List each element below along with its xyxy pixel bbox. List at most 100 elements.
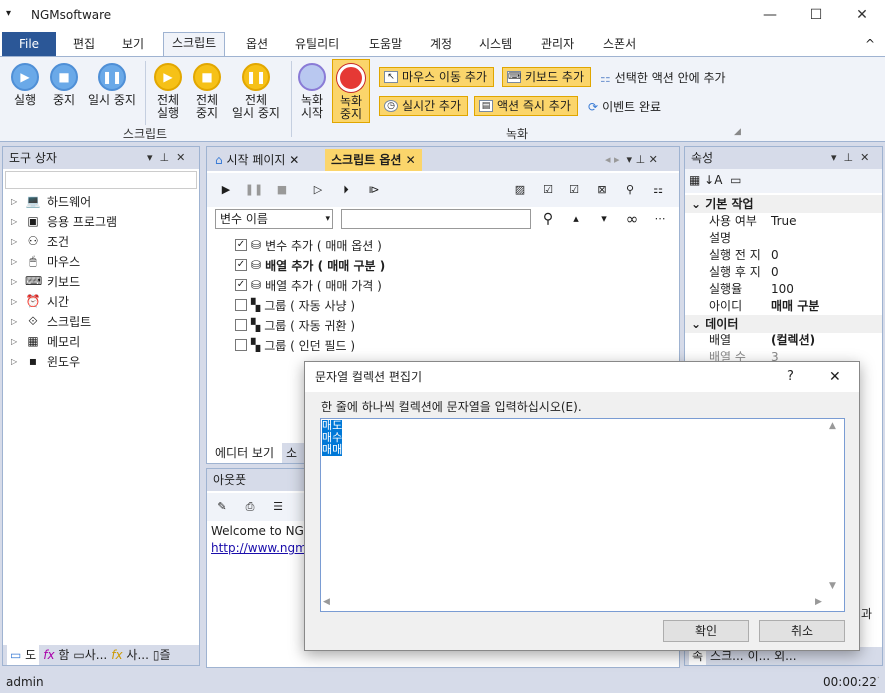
stop-button[interactable]: ■ 중지	[46, 63, 82, 107]
panel-pin-icons[interactable]: ▾ ⊥ ✕	[147, 147, 185, 169]
play-icon[interactable]: ▶	[215, 179, 237, 201]
tab-user-1[interactable]: ▭사...	[73, 645, 107, 665]
checkbox-unchecked[interactable]	[235, 339, 247, 351]
checkbox-checked[interactable]: ✓	[235, 239, 247, 251]
tree-item-mouse[interactable]: ▷ 🖱 마우스	[11, 251, 80, 271]
tab-functions[interactable]: fx 함	[43, 645, 69, 665]
action-row[interactable]: ▚ 그룹 ( 인던 필드 )	[235, 335, 355, 355]
move-up-icon[interactable]: ▴	[565, 208, 587, 230]
property-row[interactable]: 사용 여부 True	[685, 213, 882, 230]
menu-utility[interactable]: 유틸리티	[287, 34, 347, 56]
dialog-close-button[interactable]: ✕	[829, 362, 841, 392]
tree-item-hardware[interactable]: ▷ 💻 하드웨어	[11, 191, 91, 211]
help-button[interactable]: ?	[787, 362, 794, 392]
scroll-left-icon[interactable]: ◀	[323, 597, 330, 607]
close-button[interactable]: ✕	[839, 0, 885, 30]
search-icon[interactable]: ⚲	[537, 208, 559, 230]
categorized-icon[interactable]: ▦	[689, 173, 700, 187]
save-log-icon[interactable]: ⎙	[239, 496, 261, 518]
panel-pin-icons[interactable]: ▾ ⊥ ✕	[831, 147, 869, 169]
record-stop-button[interactable]: 녹화 중지	[332, 59, 370, 123]
checkbox-unchecked[interactable]	[235, 299, 247, 311]
run-all-button[interactable]: ▶ 전체 실행	[150, 63, 186, 120]
menu-view[interactable]: 보기	[114, 34, 152, 56]
cancel-button[interactable]: 취소	[759, 620, 845, 642]
tree-item-time[interactable]: ▷ ⏰ 시간	[11, 291, 69, 311]
close-tab-icon[interactable]: ✕	[289, 153, 299, 167]
tab-scroll-icons[interactable]: ◂ ▸ ▾ ⊥ ✕	[605, 153, 658, 166]
check-icon[interactable]: ☑	[563, 179, 585, 201]
action-row[interactable]: ▚ 그룹 ( 자동 귀환 )	[235, 315, 355, 335]
category-basic[interactable]: ⌄ 기본 작업	[685, 195, 882, 213]
property-row[interactable]: 설명	[685, 230, 882, 247]
menu-help[interactable]: 도움말	[361, 34, 410, 56]
property-row[interactable]: 실행 전 지 0	[685, 247, 882, 264]
checkbox-checked[interactable]: ✓	[235, 259, 247, 271]
app-menu-icon[interactable]: ▾	[6, 8, 11, 19]
event-complete-button[interactable]: ⟳ 이벤트 완료	[588, 98, 661, 115]
tree-item-keyboard[interactable]: ▷ ⌨ 키보드	[11, 271, 80, 291]
minimize-button[interactable]: —	[747, 0, 793, 30]
tree-item-application[interactable]: ▷ ▣ 응용 프로그램	[11, 211, 117, 231]
action-row[interactable]: ✓ ⛁ 변수 추가 ( 매매 옵션 )	[235, 235, 382, 255]
property-row[interactable]: 배열 (컬렉션)	[685, 332, 882, 349]
step-icon[interactable]: ▷	[307, 179, 329, 201]
add-mouse-move-button[interactable]: ↖ 마우스 이동 추가	[379, 67, 494, 87]
pause-button[interactable]: ❚❚ 일시 중지	[84, 63, 140, 107]
menu-options[interactable]: 옵션	[238, 34, 276, 56]
chart-icon[interactable]: ▨	[509, 179, 531, 201]
property-pages-icon[interactable]: ▭	[730, 173, 741, 187]
resize-grip-icon[interactable]: ⋰	[870, 671, 880, 693]
tab-user-2[interactable]: fx 사...	[111, 645, 149, 665]
search-icon[interactable]: ⚲	[619, 179, 641, 201]
tab-script-options[interactable]: 스크립트 옵션 ✕	[325, 149, 422, 171]
menu-file[interactable]: File	[2, 32, 56, 56]
tree-icon[interactable]: ⚏	[647, 179, 669, 201]
list-icon[interactable]: ☰	[267, 496, 289, 518]
menu-account[interactable]: 계정	[422, 34, 460, 56]
property-row[interactable]: 실행율 100	[685, 281, 882, 298]
pause-all-button[interactable]: ❚❚ 전체 일시 중지	[228, 63, 284, 120]
variable-select[interactable]: 변수 이름 ▾	[215, 209, 333, 229]
add-keyboard-button[interactable]: ⌨ 키보드 추가	[502, 67, 592, 87]
output-link[interactable]: http://www.ngm	[211, 541, 307, 555]
sort-az-icon[interactable]: ↓A	[704, 173, 722, 187]
tree-item-window[interactable]: ▷ ▪ 윈도우	[11, 351, 80, 371]
action-row-selected[interactable]: ✓ ⛁ 배열 추가 ( 매매 구분 )	[235, 255, 385, 275]
ok-button[interactable]: 확인	[663, 620, 749, 642]
move-down-icon[interactable]: ▾	[593, 208, 615, 230]
category-data[interactable]: ⌄ 데이터	[685, 315, 882, 333]
toolbox-search-input[interactable]	[5, 171, 197, 189]
variable-search-input[interactable]	[341, 209, 531, 229]
tree-item-script[interactable]: ▷ ⟐ 스크립트	[11, 311, 91, 331]
pause-icon[interactable]: ❚❚	[243, 179, 265, 201]
run-selected-icon[interactable]: ⧐	[363, 179, 385, 201]
tree-item-condition[interactable]: ▷ ⚇ 조건	[11, 231, 69, 251]
add-action-immediately-button[interactable]: ▤ 액션 즉시 추가	[474, 96, 578, 116]
tab-editor-view[interactable]: 에디터 보기	[207, 443, 283, 463]
menu-system[interactable]: 시스템	[471, 34, 520, 56]
collapse-ribbon-icon[interactable]: ^	[857, 34, 883, 56]
menu-sponsor[interactable]: 스폰서	[595, 34, 644, 56]
tab-source[interactable]: 소	[282, 443, 301, 463]
add-realtime-button[interactable]: ◷ 실시간 추가	[379, 96, 469, 116]
menu-script[interactable]: 스크립트	[163, 32, 226, 57]
tab-start-page[interactable]: ⌂ 시작 페이지 ✕	[209, 149, 305, 171]
stop-icon[interactable]: ■	[271, 179, 293, 201]
tab-favorites[interactable]: ▯즐	[153, 645, 171, 665]
run-from-icon[interactable]: ⏵	[335, 179, 357, 201]
more-icon[interactable]: ⋯	[649, 208, 671, 230]
action-row[interactable]: ▚ 그룹 ( 자동 사냥 )	[235, 295, 355, 315]
tab-toolbox[interactable]: ▭ 도	[7, 645, 40, 665]
delete-icon[interactable]: ⊠	[591, 179, 613, 201]
add-in-selected-action-button[interactable]: ⚏ 선택한 액션 안에 추가	[600, 69, 726, 86]
maximize-button[interactable]: ☐	[793, 0, 839, 30]
record-start-button[interactable]: 녹화 시작	[296, 63, 328, 120]
menu-edit[interactable]: 편집	[65, 34, 103, 56]
checkbox-unchecked[interactable]	[235, 319, 247, 331]
action-row[interactable]: ✓ ⛁ 배열 추가 ( 매매 가격 )	[235, 275, 382, 295]
clear-icon[interactable]: ✎	[211, 496, 233, 518]
dialog-launcher-icon[interactable]: ◢	[734, 127, 741, 137]
infinity-icon[interactable]: ∞	[621, 208, 643, 230]
collection-textarea[interactable]: 매도 매수 매매 ▲ ▼ ◀ ▶	[320, 418, 845, 612]
